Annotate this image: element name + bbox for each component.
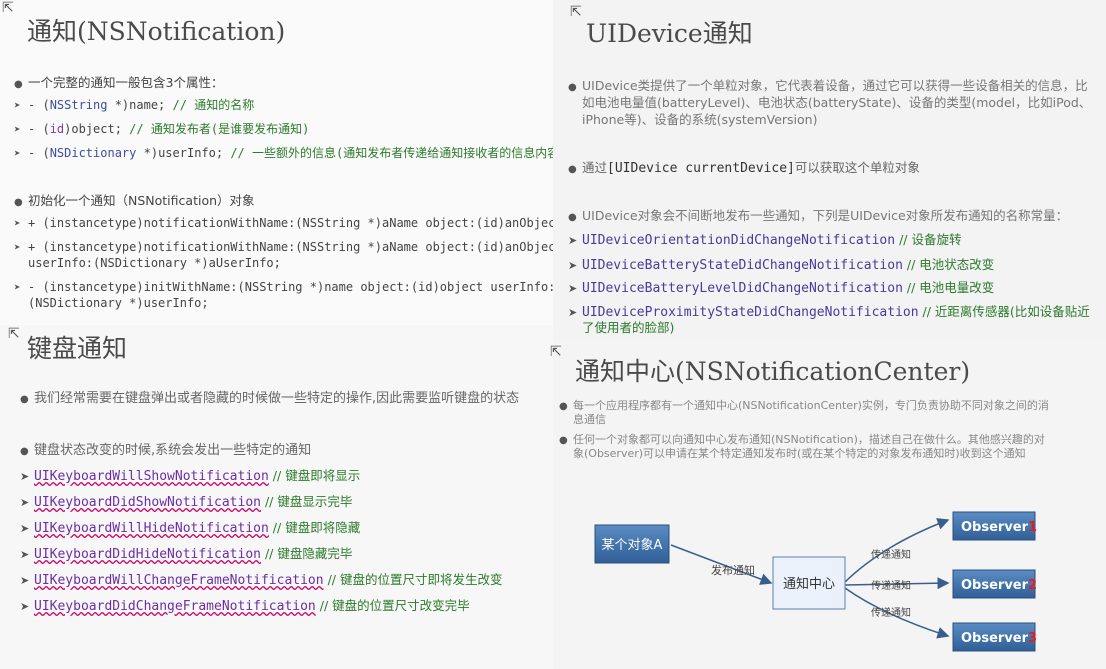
device-notification-item: ➤ UIDeviceOrientationDidChangeNotificatio… bbox=[568, 232, 962, 248]
bullet-icon: ● bbox=[14, 197, 23, 208]
arrow-bullet-icon: ➤ bbox=[20, 522, 30, 535]
arrow-bullet-icon: ➤ bbox=[14, 123, 21, 136]
arrow-bullet-icon: ➤ bbox=[20, 600, 30, 613]
observer-label-3: Observer3 bbox=[961, 631, 1037, 646]
keyboard-notification-item: ➤ UIKeyboardDidShowNotification // 键盘显示完毕 bbox=[20, 494, 353, 510]
observer-label-1: Observer1 bbox=[961, 520, 1037, 535]
keyboard-intro: ● 我们经常需要在键盘弹出或者隐藏的时候做一些特定的操作,因此需要监听键盘的状态 bbox=[20, 391, 520, 406]
keyboard-notification-item: ➤ UIKeyboardDidChangeFrameNotification //… bbox=[20, 598, 470, 614]
observer-label-2: Observer2 bbox=[961, 578, 1037, 593]
arrow-bullet-icon: ➤ bbox=[20, 496, 30, 509]
cursor-icon: ⇱ bbox=[2, 0, 14, 16]
keyboard-notification-item: ➤ UIKeyboardWillHideNotification // 键盘即将隐… bbox=[20, 520, 361, 536]
init-line-continued: (NSDictionary *)userInfo; bbox=[28, 296, 209, 310]
bullet-icon: ● bbox=[14, 79, 23, 90]
init-line-continued: userInfo:(NSDictionary *)aUserInfo; bbox=[28, 256, 281, 270]
device-list-heading: ● UIDevice对象会不间断地发布一些通知，下列是UIDevice对象所发布通… bbox=[568, 208, 1068, 226]
current-device-line: ● 通过[UIDevice currentDevice]可以获取这个单粒对象 bbox=[568, 160, 920, 176]
device-notification-item: ➤ UIDeviceBatteryStateDidChangeNotificati… bbox=[568, 257, 995, 273]
pass-label-3: 传递通知 bbox=[871, 606, 911, 619]
arrow-bullet-icon: ➤ bbox=[20, 548, 30, 561]
bullet-icon: ● bbox=[559, 435, 568, 446]
keyboard-notification-item: ➤ UIKeyboardDidHideNotification // 键盘隐藏完毕 bbox=[20, 546, 353, 562]
init-heading: ● 初始化一个通知（NSNotification）对象 bbox=[14, 193, 255, 211]
notification-title: 通知(NSNotification) bbox=[27, 17, 286, 46]
arrow-bullet-icon: ➤ bbox=[568, 234, 578, 247]
arrow-bullet-icon: ➤ bbox=[14, 217, 21, 230]
prop-row: ➤ - (NSString *)name; // 通知的名称 bbox=[14, 98, 255, 112]
pass-label-1: 传递通知 bbox=[871, 548, 911, 561]
bullet-icon: ● bbox=[20, 446, 29, 457]
init-line: ➤ - (instancetype)initWithName:(NSString … bbox=[14, 280, 553, 294]
device-intro-line: 如电池电量值(batteryLevel)、电池状态(batteryState)、… bbox=[582, 95, 1092, 110]
center-title: 通知中心(NSNotificationCenter) bbox=[575, 357, 971, 386]
init-line: ➤ + (instancetype)notificationWithName:(N… bbox=[14, 240, 553, 254]
post-label: 发布通知 bbox=[711, 563, 755, 577]
init-line: ➤ + (instancetype)notificationWithName:(N… bbox=[14, 216, 553, 230]
device-title: UIDevice通知 bbox=[586, 19, 753, 48]
cursor-icon: ⇱ bbox=[570, 4, 582, 20]
arrow-bullet-icon: ➤ bbox=[568, 282, 578, 295]
arrow-bullet-icon: ➤ bbox=[14, 99, 21, 112]
device-notification-item: ➤ UIDeviceBatteryLevelDidChangeNotificati… bbox=[568, 280, 995, 296]
notification-center-diagram: 某个对象A 通知中心 发布通知 传递通知 传递通知 传递通知 Observer1… bbox=[594, 511, 1037, 652]
bullet-icon: ● bbox=[568, 82, 577, 93]
props-heading: ● 一个完整的通知一般包含3个属性： bbox=[14, 75, 223, 93]
arrow-bullet-icon: ➤ bbox=[20, 574, 30, 587]
prop-row: ➤ - (NSDictionary *)userInfo; // 一些额外的信息(… bbox=[14, 146, 553, 160]
bullet-icon: ● bbox=[568, 164, 577, 175]
cursor-icon: ⇱ bbox=[550, 344, 562, 360]
source-object-label: 某个对象A bbox=[602, 538, 663, 553]
keyboard-notification-item: ➤ UIKeyboardWillShowNotification // 键盘即将显… bbox=[20, 468, 361, 484]
arrow-bullet-icon: ➤ bbox=[568, 306, 578, 319]
keyboard-title: 键盘通知 bbox=[27, 334, 128, 363]
device-panel: UIDevice通知 ● UIDevice类提供了一个单粒对象，它代表着设备，通过… bbox=[553, 0, 1106, 340]
cursor-icon: ⇱ bbox=[8, 326, 20, 342]
keyboard-panel: 键盘通知 ● 我们经常需要在键盘弹出或者隐藏的时候做一些特定的操作,因此需要监听键… bbox=[0, 325, 553, 669]
device-item-continuation: 了使用者的脸部) bbox=[582, 320, 675, 335]
center-paragraph-1-line: 息通信 bbox=[573, 413, 606, 426]
keyboard-list-heading: ● 键盘状态改变的时候,系统会发出一些特定的通知 bbox=[20, 443, 312, 458]
arrow-bullet-icon: ➤ bbox=[568, 259, 578, 272]
arrow-bullet-icon: ➤ bbox=[14, 147, 21, 160]
notification-panel: 通知(NSNotification) ● 一个完整的通知一般包含3个属性： ➤ - … bbox=[0, 0, 553, 330]
prop-row: ➤ - (id)object; // 通知发布者(是谁要发布通知) bbox=[14, 122, 310, 136]
device-notification-item: ➤ UIDeviceProximityStateDidChangeNotifica… bbox=[568, 304, 1090, 320]
arrow-bullet-icon: ➤ bbox=[20, 470, 30, 483]
center-paragraph-1: ● 每一个应用程序都有一个通知中心(NSNotificationCenter)实例… bbox=[559, 398, 1049, 415]
bullet-icon: ● bbox=[568, 212, 577, 223]
bullet-icon: ● bbox=[20, 394, 29, 405]
hub-label: 通知中心 bbox=[783, 576, 835, 592]
pass-label-2: 传递通知 bbox=[871, 579, 911, 592]
center-panel: 通知中心(NSNotificationCenter) ● 每一个应用程序都有一个通… bbox=[553, 340, 1106, 669]
arrow-bullet-icon: ➤ bbox=[14, 241, 21, 254]
device-intro-line: iPhone等)、设备的系统(systemVersion) bbox=[582, 112, 818, 127]
device-intro: ● UIDevice类提供了一个单粒对象，它代表着设备，通过它可以获得一些设备相关… bbox=[568, 78, 1088, 96]
bullet-icon: ● bbox=[559, 401, 568, 412]
keyboard-notification-item: ➤ UIKeyboardWillChangeFrameNotification /… bbox=[20, 572, 503, 588]
center-paragraph-2-line: 象(Observer)可以申请在某个特定通知发布时(或在某个特定的对象发布通知时… bbox=[573, 447, 1026, 460]
arrow-bullet-icon: ➤ bbox=[14, 281, 21, 294]
